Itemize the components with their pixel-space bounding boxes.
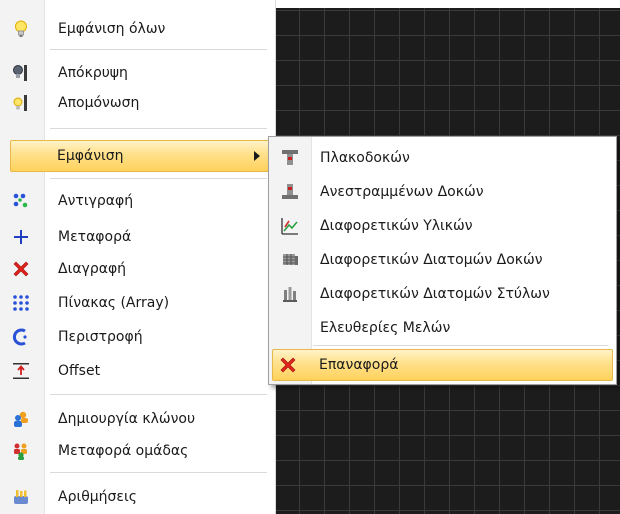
submenu-item-member-releases[interactable]: Ελευθερίες Μελών [271,313,612,343]
menu-separator [50,178,267,179]
menu-item-label: Αριθμήσεις [58,489,137,505]
move-group-icon [12,442,30,460]
rotate-icon [12,328,30,346]
menu-item-label: Διαγραφή [58,261,127,277]
menu-item-copy[interactable]: Αντιγραφή [2,186,271,216]
submenu-item-label: Διαφορετικών Υλικών [320,218,473,234]
slab-beam-icon [281,149,299,167]
menu-item-label: Offset [58,363,101,379]
menu-item-move[interactable]: Μεταφορά [2,222,271,252]
menu-item-label: Μεταφορά [58,229,132,245]
menu-separator [50,49,267,50]
submenu-item-slab-beams[interactable]: Πλακοδοκών [271,143,612,173]
submenu-item-label: Ανεστραμμένων Δοκών [320,184,484,200]
menu-item-label: Αντιγραφή [58,193,134,209]
menu-item-isolate[interactable]: Απομόνωση [2,88,271,118]
inverted-beam-icon [281,183,299,201]
menu-item-label: Απόκρυψη [58,65,128,81]
move-icon [12,228,30,246]
submenu-item-beam-sections[interactable]: Διαφορετικών Διατομών Δοκών [271,245,612,275]
menu-item-label: Περιστροφή [58,329,143,345]
submenu-item-label: Διαφορετικών Διατομών Στύλων [320,286,550,302]
materials-icon [281,217,299,235]
submenu-item-label: Επαναφορά [319,357,399,373]
submenu-item-different-materials[interactable]: Διαφορετικών Υλικών [271,211,612,241]
clone-icon [12,410,30,428]
menu-item-rotate[interactable]: Περιστροφή [2,322,271,352]
submenu-item-label: Διαφορετικών Διατομών Δοκών [320,252,543,268]
isolate-bulb-icon [12,94,30,112]
submenu-item-reset[interactable]: Επαναφορά [272,349,613,381]
menu-separator [50,128,267,129]
menu-item-numbering[interactable]: Αριθμήσεις [2,482,271,512]
menu-item-hide[interactable]: Απόκρυψη [2,58,271,88]
offset-icon [12,362,30,380]
array-grid-icon [12,294,30,312]
menu-item-create-clone[interactable]: Δημιουργία κλώνου [2,404,271,434]
context-menu: Εμφάνιση όλων Απόκρυψη Απομόνωση Εμφάνισ… [0,0,276,514]
chevron-right-icon [254,151,260,161]
lightbulb-icon [12,20,30,38]
show-submenu: Πλακοδοκών Ανεστραμμένων Δοκών Διαφορετι… [268,136,617,385]
beam-sections-icon [281,251,299,269]
menu-item-show-submenu[interactable]: Εμφάνιση [10,140,271,172]
menu-item-label: Μεταφορά ομάδας [58,443,189,459]
menu-item-label: Εμφάνιση όλων [58,21,166,37]
menu-item-delete[interactable]: Διαγραφή [2,254,271,284]
hide-bulb-icon [12,64,30,82]
menu-item-label: Δημιουργία κλώνου [58,411,196,427]
submenu-item-inverted-beams[interactable]: Ανεστραμμένων Δοκών [271,177,612,207]
submenu-separator [313,345,608,346]
menu-item-array[interactable]: Πίνακας (Array) [2,288,271,318]
submenu-item-column-sections[interactable]: Διαφορετικών Διατομών Στύλων [271,279,612,309]
menu-item-label: Απομόνωση [58,95,140,111]
menu-item-offset[interactable]: Offset [2,356,271,386]
reset-icon [279,356,297,374]
numbering-icon [12,488,30,506]
menu-item-move-group[interactable]: Μεταφορά ομάδας [2,436,271,466]
copy-dots-icon [12,192,30,210]
menu-separator [50,472,267,473]
menu-item-show-all[interactable]: Εμφάνιση όλων [2,14,271,44]
column-sections-icon [281,285,299,303]
delete-icon [12,260,30,278]
submenu-item-label: Πλακοδοκών [320,150,410,166]
menu-item-label: Πίνακας (Array) [58,295,170,311]
submenu-item-label: Ελευθερίες Μελών [320,320,451,336]
menu-separator [50,394,267,395]
menu-item-label: Εμφάνιση [57,148,124,164]
